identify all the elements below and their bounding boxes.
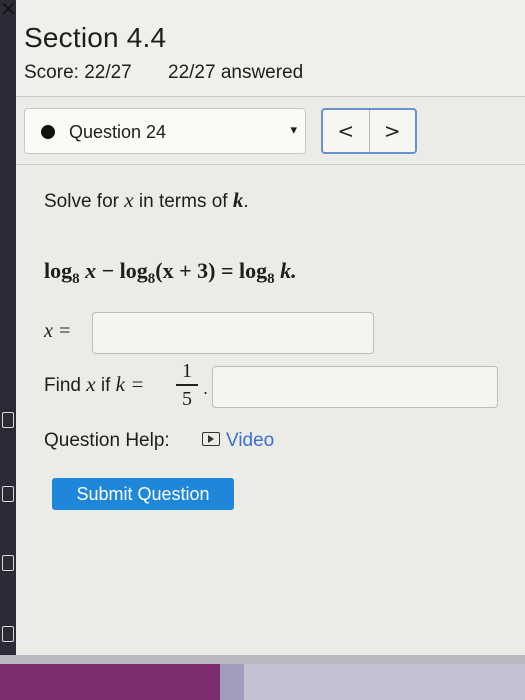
divider	[16, 164, 525, 165]
submit-question-button[interactable]: Submit Question	[52, 478, 234, 510]
strip-icon	[2, 555, 14, 571]
chevron-down-icon: ▾	[290, 123, 297, 138]
x-answer-label: x =	[44, 320, 72, 342]
section-title: Section 4.4	[24, 22, 167, 53]
background-app-strip	[0, 0, 16, 700]
previous-question-button[interactable]: <	[323, 110, 370, 152]
close-icon[interactable]: ×	[0, 0, 17, 18]
question-select[interactable]: Question 24 ▾	[24, 108, 306, 154]
k-fraction: 1 5	[176, 360, 198, 410]
find-x-label: Find x if k =	[44, 372, 145, 396]
x-answer-input[interactable]	[92, 312, 374, 354]
answered-count: 22/27 answered	[168, 62, 304, 83]
problem-equation: log8 x − log8(x + 3) = log8 k.	[44, 258, 297, 287]
question-select-label: Question 24	[69, 122, 167, 142]
question-nav: < >	[321, 108, 417, 154]
score-text: Score: 22/27	[24, 62, 132, 83]
problem-prompt: Solve for x in terms of k.	[44, 188, 249, 212]
next-question-button[interactable]: >	[370, 110, 416, 152]
fraction-period: .	[203, 378, 209, 398]
strip-icon	[2, 626, 14, 642]
question-help-label: Question Help:	[44, 430, 170, 451]
strip-icon	[2, 412, 14, 428]
find-x-answer-input[interactable]	[212, 366, 498, 408]
strip-icon	[2, 486, 14, 502]
fraction-bar	[176, 384, 198, 386]
video-help-link[interactable]: Video	[226, 430, 274, 452]
taskbar-segment	[244, 664, 525, 700]
question-status-dot-icon	[41, 125, 55, 139]
question-page: Section 4.4 Score: 22/27 22/27 answered …	[16, 0, 525, 655]
taskbar-segment	[0, 664, 220, 700]
play-icon[interactable]	[202, 432, 220, 446]
taskbar-segment	[220, 664, 244, 700]
page-header: Section 4.4 Score: 22/27 22/27 answered	[16, 0, 525, 97]
